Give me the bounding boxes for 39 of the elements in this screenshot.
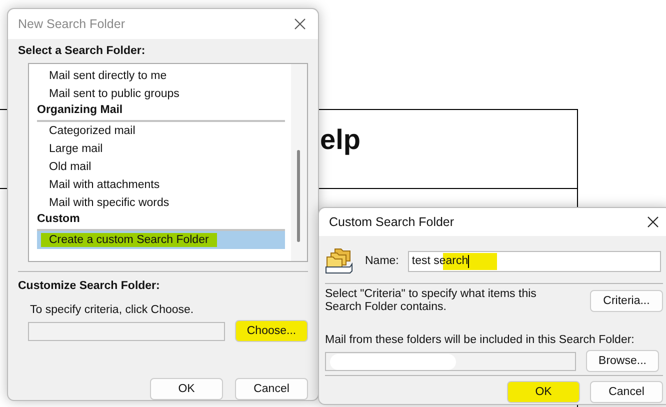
list-item[interactable]: Mail with attachments [37, 176, 285, 194]
name-label: Name: [365, 255, 399, 267]
item-label: Mail with specific words [48, 196, 170, 210]
scrollbar-thumb[interactable] [297, 150, 300, 242]
list-item[interactable]: Old mail [37, 158, 285, 176]
cancel-button[interactable]: Cancel [235, 378, 308, 400]
window-title: Custom Search Folder [329, 215, 454, 229]
close-icon[interactable] [294, 18, 306, 30]
criteria-field[interactable] [28, 322, 225, 340]
hint-text: To specify criteria, click Choose. [30, 304, 195, 316]
browse-button[interactable]: Browse... [586, 350, 659, 372]
criteria-description: Select "Criteria" to specify what items this Search Folder contains. [325, 288, 538, 314]
list-item[interactable]: Mail sent directly to me [37, 67, 285, 85]
page-heading: elp [320, 124, 360, 156]
close-icon[interactable] [647, 216, 659, 228]
item-label: Old mail [48, 160, 92, 174]
list-item[interactable]: Mail sent to public groups [37, 85, 285, 103]
item-label: Mail sent directly to me [48, 69, 168, 83]
item-label: Mail with attachments [48, 178, 161, 192]
choose-button[interactable]: Choose... [235, 320, 308, 342]
item-label: Create a custom Search Folder [41, 233, 217, 247]
item-label: Categorized mail [48, 124, 136, 138]
criteria-button[interactable]: Criteria... [590, 290, 663, 312]
list-item[interactable]: Create a custom Search Folder [37, 231, 285, 249]
scrollbar[interactable] [291, 64, 307, 261]
window-title: New Search Folder [18, 17, 125, 31]
section-label: Select a Search Folder: [18, 45, 146, 57]
item-label: Large mail [48, 142, 104, 156]
list-item[interactable]: Large mail [37, 140, 285, 158]
group-header: Organizing Mail [37, 103, 285, 122]
folder-stack-icon [325, 248, 353, 274]
ok-button[interactable]: OK [507, 381, 580, 403]
ok-button[interactable]: OK [150, 378, 223, 400]
folders-label: Mail from these folders will be included in this Search Folder: [325, 334, 636, 346]
cancel-button[interactable]: Cancel [590, 381, 663, 403]
item-label: Mail sent to public groups [48, 87, 180, 101]
list-item[interactable]: Mail with specific words [37, 194, 285, 212]
section-label: Customize Search Folder: [18, 280, 161, 292]
list-item[interactable]: Categorized mail [37, 122, 285, 140]
